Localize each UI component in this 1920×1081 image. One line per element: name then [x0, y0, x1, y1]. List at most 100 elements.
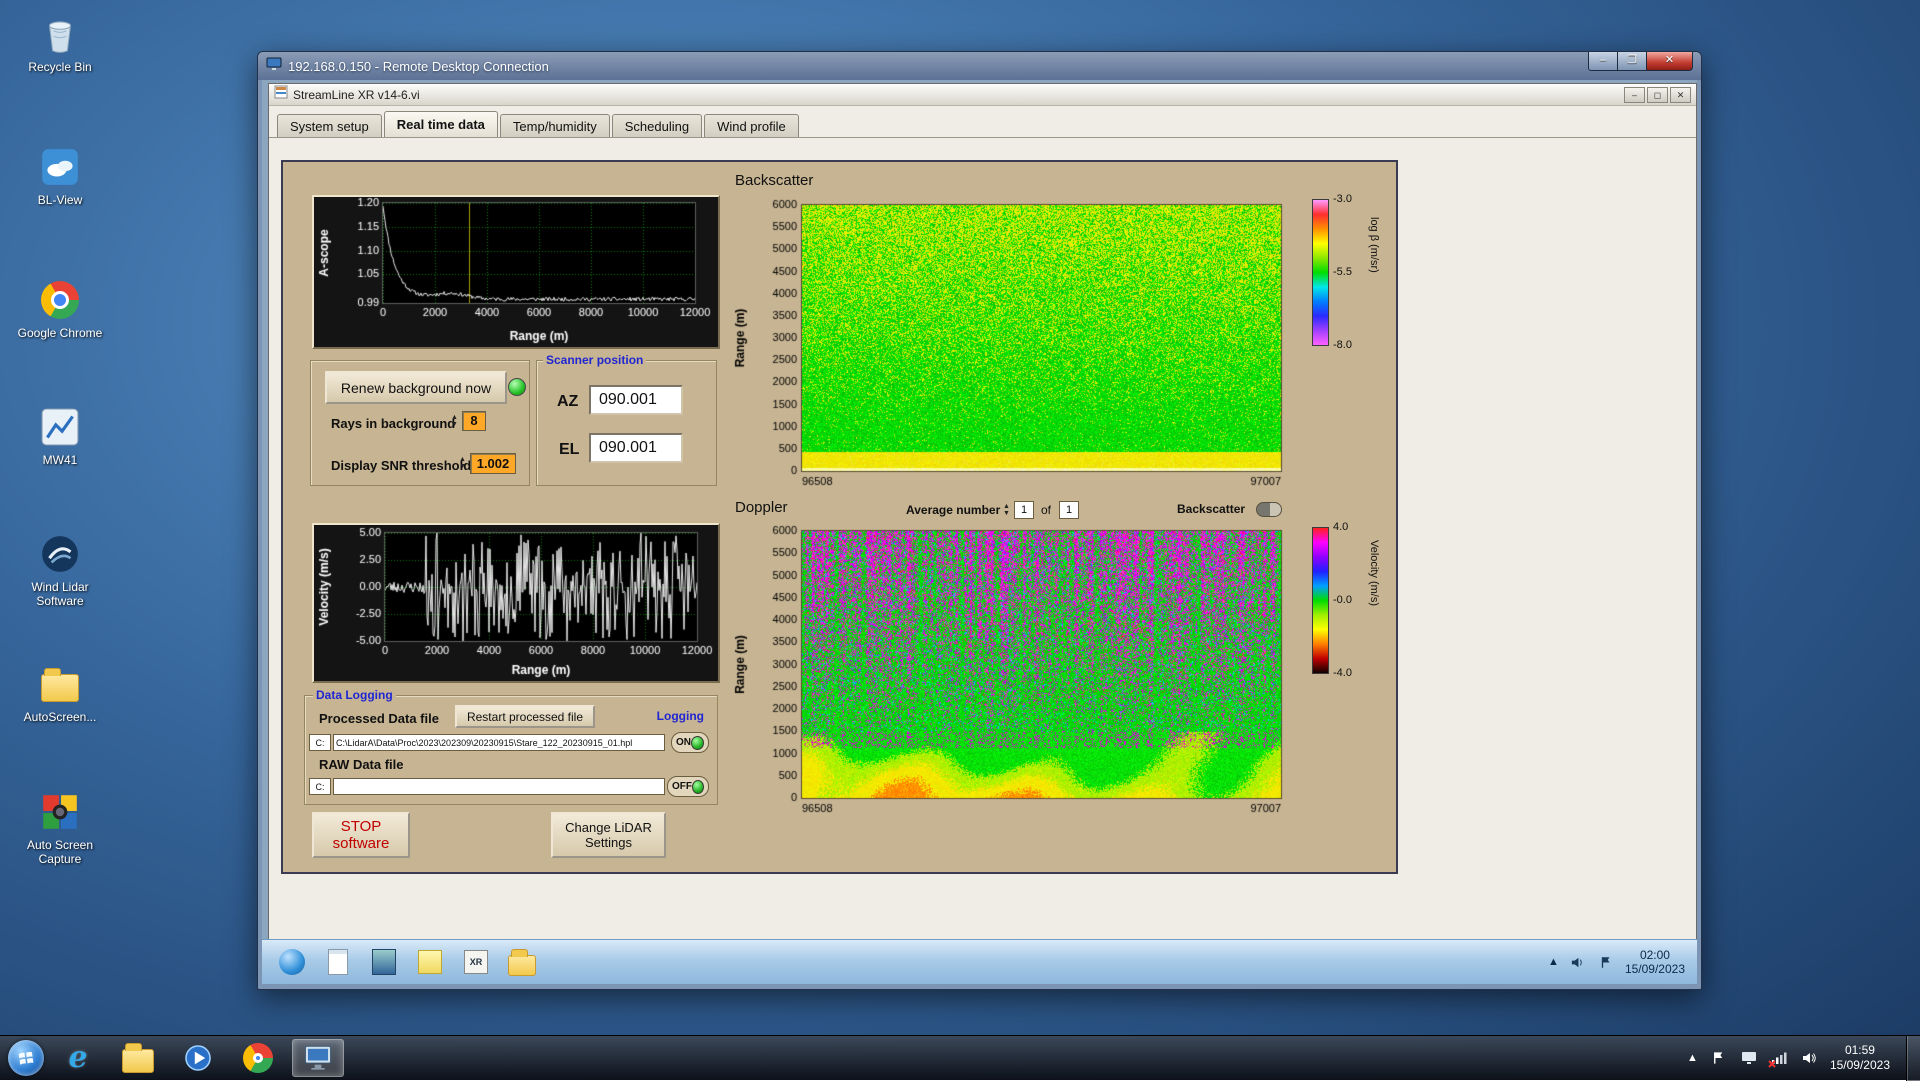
processed-data-file-path[interactable] [333, 734, 665, 751]
tab-wind-profile[interactable]: Wind profile [704, 114, 799, 137]
desktop-icon-autoscreen[interactable]: AutoScreen... [10, 662, 110, 724]
tab-temp-humidity[interactable]: Temp/humidity [500, 114, 610, 137]
remote-notepad-icon[interactable] [324, 948, 352, 976]
raw-data-file-path[interactable] [333, 778, 665, 795]
toggle-knob [691, 736, 704, 750]
backscatter-colorbar-max: -3.0 [1333, 193, 1352, 205]
media-player-icon [182, 1042, 214, 1074]
desktop-icon-label: AutoScreen... [10, 710, 110, 724]
rays-in-background-label: Rays in background [331, 416, 455, 431]
restart-processed-file-button[interactable]: Restart processed file [455, 705, 595, 728]
start-button[interactable] [8, 1040, 44, 1076]
mw41-icon [38, 405, 82, 449]
remote-hidden-icons-chevron[interactable]: ▲ [1548, 956, 1559, 968]
tabstrip-rule [269, 137, 1696, 138]
taskbar-internet-explorer[interactable]: e [52, 1039, 104, 1077]
desktop-icon-mw41[interactable]: MW41 [10, 405, 110, 467]
remote-clock[interactable]: 02:00 15/09/2023 [1625, 948, 1685, 976]
renew-background-button[interactable]: Renew background now [325, 371, 507, 404]
action-center-flag-icon[interactable] [1710, 1049, 1728, 1067]
network-icon[interactable] [1770, 1049, 1788, 1067]
rdp-minimize-button[interactable]: – [1588, 52, 1618, 71]
az-value-field[interactable]: 090.001 [589, 385, 683, 415]
remote-folder-icon[interactable] [508, 948, 536, 976]
remote-utility-icon[interactable] [370, 948, 398, 976]
data-logging-title: Data Logging [313, 688, 396, 702]
desktop-icon-recycle-bin[interactable]: Recycle Bin [10, 12, 110, 74]
average-of-label: of [1041, 503, 1051, 517]
rdp-window-title: 192.168.0.150 - Remote Desktop Connectio… [288, 59, 549, 74]
rdp-maximize-button[interactable]: ❐ [1618, 52, 1647, 71]
app-close-button[interactable]: ✕ [1670, 87, 1691, 103]
scanner-position-title: Scanner position [543, 353, 646, 367]
recycle-bin-icon [38, 12, 82, 56]
taskbar-windows-explorer[interactable] [112, 1039, 164, 1077]
desktop-icon-bl-view[interactable]: BL-View [10, 145, 110, 207]
desktop-icon-label: BL-View [10, 193, 110, 207]
average-number-value[interactable]: 1 [1014, 501, 1034, 519]
rdp-monitor-icon [301, 1043, 335, 1073]
desktop-icon-google-chrome[interactable]: Google Chrome [10, 278, 110, 340]
snr-stepper[interactable]: ▲▼ [459, 456, 466, 470]
doppler-colorbar-label: Velocity (m/s) [1368, 540, 1380, 606]
doppler-colorbar-min: -4.0 [1333, 667, 1352, 679]
tab-real-time-data[interactable]: Real time data [384, 111, 498, 137]
desktop-icon-label: MW41 [10, 453, 110, 467]
processed-drive-selector[interactable]: C: [309, 734, 331, 751]
backscatter-toggle[interactable] [1256, 502, 1282, 517]
background-led-indicator [508, 378, 526, 396]
backscatter-title: Backscatter [735, 172, 813, 189]
clock-date: 15/09/2023 [1830, 1058, 1890, 1073]
app-titlebar[interactable]: StreamLine XR v14-6.vi – ◻ ✕ [269, 84, 1696, 106]
stop-software-button[interactable]: STOP software [312, 812, 410, 858]
bl-view-icon [38, 145, 82, 189]
taskbar-clock[interactable]: 01:59 15/09/2023 [1830, 1043, 1894, 1073]
explorer-folder-icon [122, 1049, 154, 1073]
remote-clock-date: 15/09/2023 [1625, 962, 1685, 976]
average-total-value[interactable]: 1 [1059, 501, 1079, 519]
remote-sticky-notes-icon[interactable] [416, 948, 444, 976]
stop-button-line2: software [333, 835, 390, 852]
desktop-icon-auto-screen-capture[interactable]: Auto Screen Capture [10, 790, 110, 866]
snr-threshold-value[interactable]: 1.002 [470, 453, 516, 474]
remote-volume-icon[interactable] [1569, 953, 1587, 971]
rays-in-background-value[interactable]: 8 [462, 411, 486, 431]
remote-action-center-flag-icon[interactable] [1597, 953, 1615, 971]
remote-xr-app-icon[interactable]: XR [462, 948, 490, 976]
rdp-session-icon[interactable] [1740, 1049, 1758, 1067]
rdp-titlebar[interactable]: 192.168.0.150 - Remote Desktop Connectio… [258, 52, 1701, 80]
volume-icon[interactable] [1800, 1049, 1818, 1067]
rdp-close-button[interactable]: ✕ [1647, 52, 1693, 71]
raw-logging-toggle[interactable]: OFF [667, 776, 709, 797]
tab-scheduling[interactable]: Scheduling [612, 114, 702, 137]
average-number-stepper[interactable]: ▲▼ [1003, 503, 1010, 517]
remote-browser-icon[interactable] [278, 948, 306, 976]
taskbar: e ▲ 01:5 [0, 1035, 1920, 1080]
app-minimize-button[interactable]: – [1624, 87, 1645, 103]
desktop-icon-wind-lidar[interactable]: Wind Lidar Software [10, 532, 110, 608]
processed-logging-toggle[interactable]: ON [671, 732, 709, 753]
raw-data-file-label: RAW Data file [319, 757, 404, 772]
taskbar-rdp-active[interactable] [292, 1039, 344, 1077]
taskbar-media-player[interactable] [172, 1039, 224, 1077]
rays-stepper[interactable]: ▲▼ [451, 414, 458, 428]
ascope-plot-canvas [314, 197, 718, 347]
app-maximize-button[interactable]: ◻ [1647, 87, 1668, 103]
change-lidar-settings-button[interactable]: Change LiDAR Settings [551, 812, 666, 858]
app-icon [274, 85, 288, 104]
data-logging-group: Data Logging Processed Data file Restart… [304, 695, 718, 805]
background-group: Renew background now Rays in background … [310, 360, 530, 486]
el-value-field[interactable]: 090.001 [589, 433, 683, 463]
logging-label: Logging [654, 709, 707, 723]
app-window: StreamLine XR v14-6.vi – ◻ ✕ System setu… [268, 83, 1697, 940]
chrome-icon [38, 278, 82, 322]
tab-system-setup[interactable]: System setup [277, 114, 382, 137]
tabstrip: System setup Real time data Temp/humidit… [277, 111, 801, 137]
raw-drive-selector[interactable]: C: [309, 778, 331, 795]
doppler-colorbar-mid: -0.0 [1333, 594, 1352, 606]
backscatter-colorbar-min: -8.0 [1333, 339, 1352, 351]
hidden-icons-chevron[interactable]: ▲ [1687, 1052, 1698, 1064]
taskbar-chrome[interactable] [232, 1039, 284, 1077]
show-desktop-button[interactable] [1906, 1036, 1920, 1081]
remote-clock-time: 02:00 [1625, 948, 1685, 962]
